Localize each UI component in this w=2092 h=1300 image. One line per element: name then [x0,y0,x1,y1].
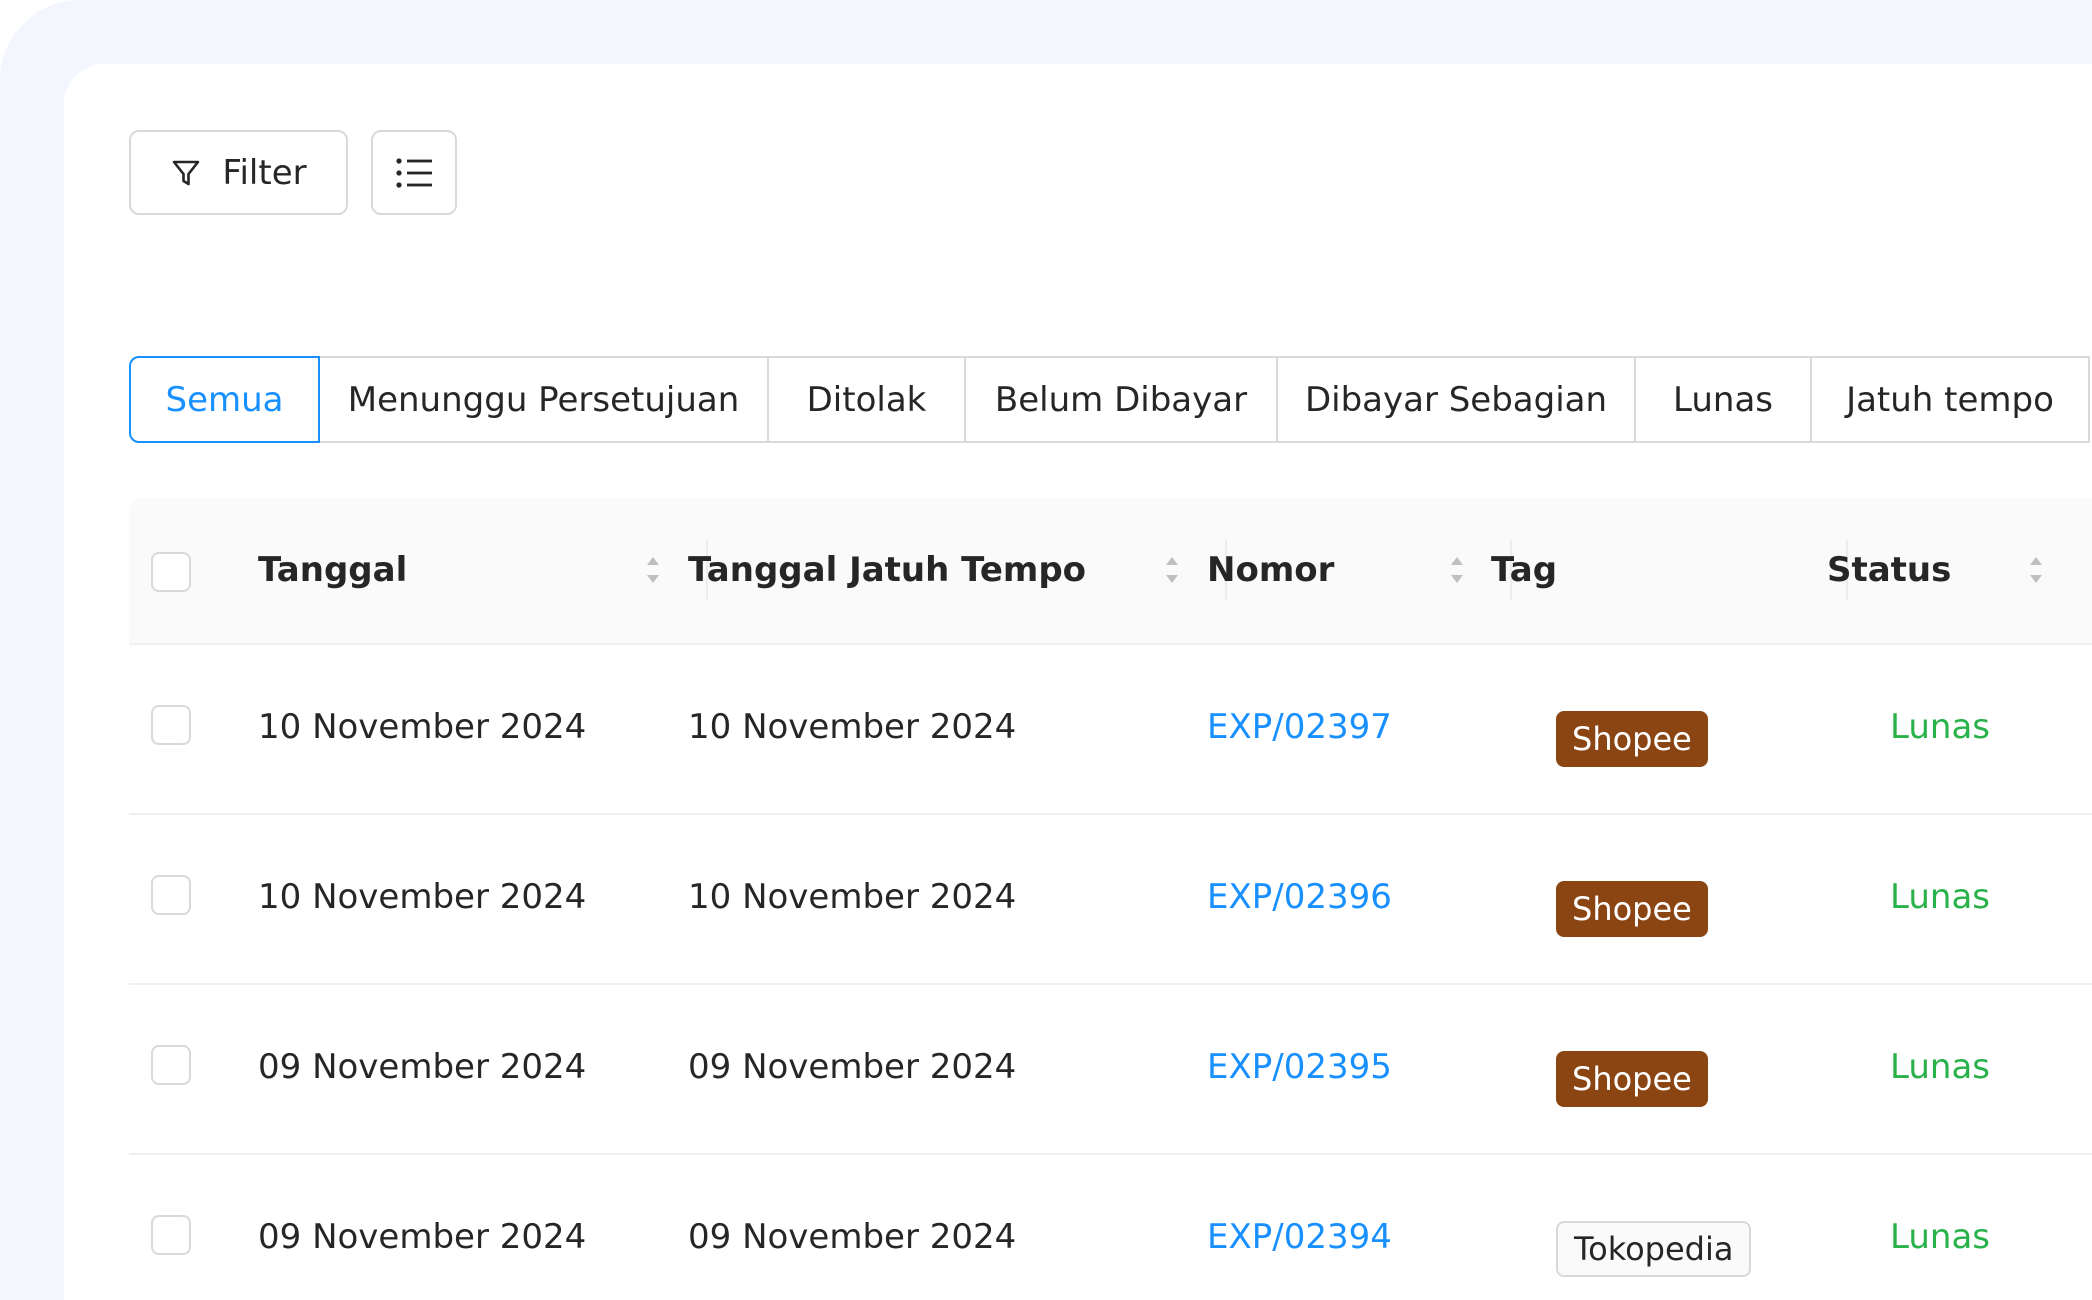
row-checkbox[interactable] [151,875,191,915]
column-header-nomor: Nomor [1207,550,1335,590]
tag-badge: Shopee [1556,711,1708,767]
tab-dibayar-sebagian[interactable]: Dibayar Sebagian [1276,356,1636,443]
cell-tanggal-jatuh-tempo: 10 November 2024 [688,877,1017,917]
row-checkbox[interactable] [151,1215,191,1255]
expense-table: Tanggal Tanggal Jatuh Tempo Nomor Tag St… [129,498,2092,1300]
select-all-checkbox[interactable] [151,552,191,592]
tab-ditolak[interactable]: Ditolak [767,356,966,443]
cell-tanggal: 10 November 2024 [258,877,587,917]
cell-tanggal: 09 November 2024 [258,1217,587,1257]
status-tabs: Semua Menunggu Persetujuan Ditolak Belum… [129,356,2090,443]
sort-icon[interactable] [1447,553,1467,587]
filter-button[interactable]: Filter [129,130,348,215]
sort-icon[interactable] [2026,553,2046,587]
tab-jatuh-tempo[interactable]: Jatuh tempo [1810,356,2090,443]
row-checkbox[interactable] [151,1045,191,1085]
content-card: Filter Semua Menunggu Persetujuan Ditola… [64,64,2092,1300]
status-badge: Lunas [1890,707,1990,747]
status-badge: Lunas [1890,877,1990,917]
tag-badge: Tokopedia [1556,1221,1752,1277]
column-header-status: Status [1827,550,1952,590]
column-header-tanggal: Tanggal [258,550,408,590]
funnel-icon [173,160,200,185]
table-header: Tanggal Tanggal Jatuh Tempo Nomor Tag St… [129,498,2092,645]
cell-tanggal-jatuh-tempo: 09 November 2024 [688,1047,1017,1087]
expense-number-link[interactable]: EXP/02397 [1207,707,1392,747]
tab-lunas[interactable]: Lunas [1634,356,1812,443]
column-settings-button[interactable] [371,130,457,215]
filter-button-label: Filter [222,152,307,193]
column-header-tanggal-jatuh-tempo: Tanggal Jatuh Tempo [688,550,1087,590]
cell-tanggal: 09 November 2024 [258,1047,587,1087]
expense-number-link[interactable]: EXP/02396 [1207,877,1392,917]
cell-tanggal-jatuh-tempo: 10 November 2024 [688,707,1017,747]
sort-icon[interactable] [1162,553,1182,587]
list-icon [396,157,432,188]
tab-belum-dibayar[interactable]: Belum Dibayar [964,356,1278,443]
status-badge: Lunas [1890,1047,1990,1087]
sort-icon[interactable] [643,553,663,587]
table-row[interactable]: 10 November 2024 10 November 2024 EXP/02… [129,815,2092,985]
cell-tanggal-jatuh-tempo: 09 November 2024 [688,1217,1017,1257]
tab-menunggu-persetujuan[interactable]: Menunggu Persetujuan [318,356,769,443]
tab-semua[interactable]: Semua [129,356,320,443]
table-row[interactable]: 09 November 2024 09 November 2024 EXP/02… [129,1155,2092,1300]
table-row[interactable]: 10 November 2024 10 November 2024 EXP/02… [129,645,2092,815]
expense-number-link[interactable]: EXP/02395 [1207,1047,1392,1087]
expense-number-link[interactable]: EXP/02394 [1207,1217,1392,1257]
status-badge: Lunas [1890,1217,1990,1257]
row-checkbox[interactable] [151,705,191,745]
table-row[interactable]: 09 November 2024 09 November 2024 EXP/02… [129,985,2092,1155]
tag-badge: Shopee [1556,1051,1708,1107]
page-background: Filter Semua Menunggu Persetujuan Ditola… [0,0,2092,1300]
cell-tanggal: 10 November 2024 [258,707,587,747]
tag-badge: Shopee [1556,881,1708,937]
column-header-tag: Tag [1491,550,1558,590]
